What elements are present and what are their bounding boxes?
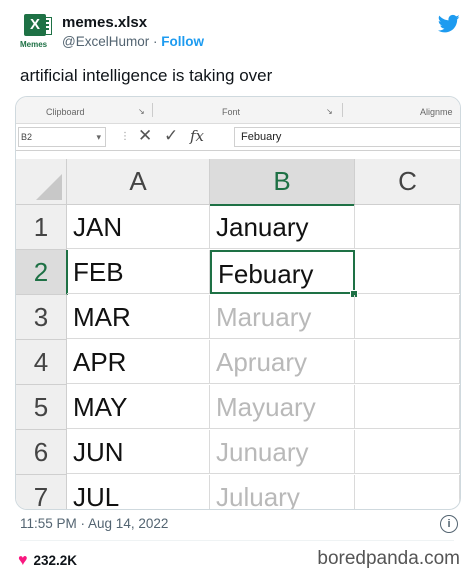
spreadsheet-grid: A B C 1 JAN January 2 FEB Febuary 3 MAR Maruary 4… [16,159,460,509]
cell-c[interactable] [355,205,460,249]
column-header-a[interactable]: A [67,159,210,205]
tweet-text: artificial intelligence is taking over [20,66,273,85]
chevron-down-icon[interactable]: ▾ [96,128,101,146]
cell-c[interactable] [355,250,460,294]
dialog-launcher-icon[interactable]: ↘ [138,107,145,116]
ribbon-group-font[interactable]: Font [222,107,240,117]
like-count[interactable]: ♥ 232.2K [18,552,77,570]
twitter-bird-icon[interactable] [438,14,460,34]
enter-check-icon[interactable]: ✓ [164,126,178,146]
cell-c[interactable] [355,295,460,339]
row-header[interactable]: 1 [16,205,67,250]
cell-c[interactable] [355,340,460,384]
autofill-suggestion-cell[interactable]: Mayuary [210,385,355,429]
row-header[interactable]: 2 [16,250,68,295]
column-header-b[interactable]: B [210,159,355,206]
formula-bar: B2 ▾ ⋮ ✕ ✓ fx Febuary [16,124,460,151]
row-header[interactable]: 6 [16,430,67,475]
excel-ribbon: Clipboard ↘ Font ↘ Alignme [16,97,460,124]
name-box-value: B2 [21,132,33,142]
account-handle[interactable]: @ExcelHumor [62,34,149,49]
account-avatar[interactable]: X Memes [20,12,54,52]
avatar-label: Memes [20,40,48,49]
cancel-icon[interactable]: ✕ [138,126,152,146]
cell-a[interactable]: APR [67,340,210,384]
ribbon-group-clipboard[interactable]: Clipboard [46,107,85,117]
cell-c[interactable] [355,385,460,429]
excel-screenshot[interactable]: Clipboard ↘ Font ↘ Alignme B2 ▾ ⋮ ✕ ✓ fx… [15,96,461,510]
cell-a[interactable]: MAR [67,295,210,339]
tweet-timestamp[interactable]: 11:55 PM · Aug 14, 2022 [20,516,168,531]
autofill-suggestion-cell[interactable]: Junuary [210,430,355,474]
cell-a[interactable]: FEB [67,250,210,294]
row-header[interactable]: 3 [16,295,67,340]
handle-separator: · [149,34,162,49]
like-count-value: 232.2K [33,553,78,568]
select-all-triangle-icon [36,174,62,200]
ribbon-group-alignment[interactable]: Alignme [420,107,453,117]
autofill-suggestion-cell[interactable]: Apruary [210,340,355,384]
account-handle-line: @ExcelHumor · Follow [62,34,204,49]
divider [20,540,454,541]
more-dots-icon: ⋮ [120,131,130,142]
autofill-suggestion-cell[interactable]: Juluary [210,475,355,509]
ribbon-divider [342,103,343,117]
column-header-c[interactable]: C [355,159,460,205]
cell-c[interactable] [355,475,460,509]
watermark: boredpanda.com [317,548,460,569]
formula-input[interactable]: Febuary [234,127,460,147]
follow-button[interactable]: Follow [161,34,204,49]
info-icon[interactable]: i [440,515,458,533]
autofill-suggestion-cell[interactable]: Maruary [210,295,355,339]
active-cell-b[interactable]: Febuary [210,250,355,294]
cell-a[interactable]: JUL [67,475,210,509]
ribbon-divider [152,103,153,117]
name-box[interactable]: B2 ▾ [18,127,106,147]
dialog-launcher-icon[interactable]: ↘ [326,107,333,116]
account-name[interactable]: memes.xlsx [62,14,147,31]
cell-a[interactable]: JUN [67,430,210,474]
cell-c[interactable] [355,430,460,474]
row-header[interactable]: 5 [16,385,67,430]
cell-a[interactable]: MAY [67,385,210,429]
row-header[interactable]: 4 [16,340,67,385]
select-all-button[interactable] [16,159,67,205]
row-header[interactable]: 7 [16,475,67,509]
tweet-header: X Memes memes.xlsx @ExcelHumor · Follow [20,12,460,56]
cell-a[interactable]: JAN [67,205,210,249]
excel-logo-icon: X [24,14,46,36]
insert-function-icon[interactable]: fx [190,127,204,145]
heart-icon[interactable]: ♥ [18,552,28,569]
cell-b[interactable]: January [210,205,355,249]
